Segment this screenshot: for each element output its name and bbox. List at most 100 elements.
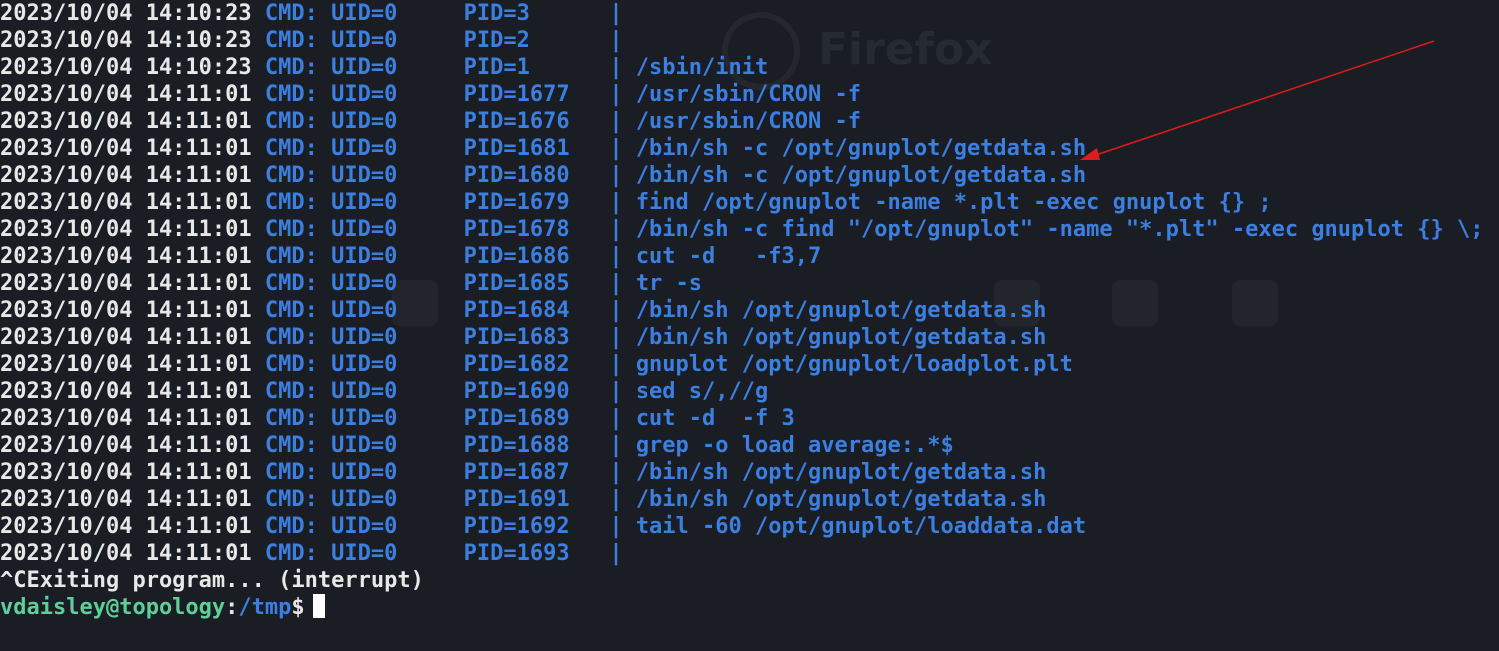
log-separator: | [609, 190, 623, 215]
log-uid: CMD: UID=0 [264, 1, 398, 26]
log-timestamp: 2023/10/04 14:11:01 [0, 325, 252, 350]
log-line: 2023/10/04 14:11:01 CMD: UID=0 PID=1676 … [0, 108, 1484, 135]
log-pid: PID=1678 [463, 217, 597, 242]
prompt-path: /tmp [238, 595, 292, 620]
log-line: 2023/10/04 14:11:01 CMD: UID=0 PID=1680 … [0, 162, 1484, 189]
log-separator: | [609, 1, 623, 26]
log-pid: PID=1687 [463, 460, 597, 485]
log-pid: PID=1677 [463, 82, 597, 107]
terminal-output: 2023/10/04 14:10:23 CMD: UID=0 PID=3 | 2… [0, 0, 1484, 621]
log-pid: PID=2 [463, 28, 597, 53]
log-separator: | [609, 514, 623, 539]
log-line: 2023/10/04 14:11:01 CMD: UID=0 PID=1684 … [0, 297, 1484, 324]
log-pid: PID=1693 [463, 541, 597, 566]
log-separator: | [609, 541, 623, 566]
log-uid: CMD: UID=0 [264, 244, 398, 269]
prompt-dollar: $ [291, 595, 305, 620]
log-separator: | [609, 352, 623, 377]
log-command: /sbin/init [635, 55, 769, 80]
log-separator: | [609, 298, 623, 323]
interrupt-message: ^CExiting program... (interrupt) [0, 568, 424, 593]
log-uid: CMD: UID=0 [264, 460, 398, 485]
log-separator: | [609, 55, 623, 80]
log-separator: | [609, 325, 623, 350]
log-uid: CMD: UID=0 [264, 271, 398, 296]
log-uid: CMD: UID=0 [264, 487, 398, 512]
log-pid: PID=1679 [463, 190, 597, 215]
log-timestamp: 2023/10/04 14:11:01 [0, 244, 252, 269]
log-command: /bin/sh -c /opt/gnuplot/getdata.sh [635, 163, 1087, 188]
log-line: 2023/10/04 14:11:01 CMD: UID=0 PID=1683 … [0, 324, 1484, 351]
log-command: /bin/sh -c /opt/gnuplot/getdata.sh [635, 136, 1087, 161]
log-pid: PID=1688 [463, 433, 597, 458]
log-line: 2023/10/04 14:11:01 CMD: UID=0 PID=1681 … [0, 135, 1484, 162]
log-command: gnuplot /opt/gnuplot/loadplot.plt [635, 352, 1073, 377]
log-uid: CMD: UID=0 [264, 190, 398, 215]
log-separator: | [609, 136, 623, 161]
log-pid: PID=1676 [463, 109, 597, 134]
log-timestamp: 2023/10/04 14:11:01 [0, 541, 252, 566]
log-separator: | [609, 433, 623, 458]
log-timestamp: 2023/10/04 14:11:01 [0, 109, 252, 134]
log-separator: | [609, 82, 623, 107]
log-uid: CMD: UID=0 [264, 433, 398, 458]
log-timestamp: 2023/10/04 14:11:01 [0, 406, 252, 431]
log-separator: | [609, 406, 623, 431]
log-command: /usr/sbin/CRON -f [635, 109, 861, 134]
prompt-user-host: vdaisley@topology [0, 595, 226, 620]
log-uid: CMD: UID=0 [264, 163, 398, 188]
log-line: 2023/10/04 14:11:01 CMD: UID=0 PID=1678 … [0, 216, 1484, 243]
log-command: /bin/sh /opt/gnuplot/getdata.sh [635, 487, 1047, 512]
log-pid: PID=1 [463, 55, 597, 80]
log-timestamp: 2023/10/04 14:11:01 [0, 217, 252, 242]
log-line: 2023/10/04 14:10:23 CMD: UID=0 PID=1 | /… [0, 54, 1484, 81]
log-line: 2023/10/04 14:11:01 CMD: UID=0 PID=1679 … [0, 189, 1484, 216]
log-command: /bin/sh /opt/gnuplot/getdata.sh [635, 298, 1047, 323]
log-timestamp: 2023/10/04 14:11:01 [0, 190, 252, 215]
log-command: /bin/sh /opt/gnuplot/getdata.sh [635, 460, 1047, 485]
log-uid: CMD: UID=0 [264, 82, 398, 107]
log-command: tail -60 /opt/gnuplot/loaddata.dat [635, 514, 1087, 539]
log-timestamp: 2023/10/04 14:11:01 [0, 271, 252, 296]
log-pid: PID=1685 [463, 271, 597, 296]
log-timestamp: 2023/10/04 14:10:23 [0, 55, 252, 80]
log-separator: | [609, 244, 623, 269]
log-command: cut -d -f3,7 [635, 244, 822, 269]
log-separator: | [609, 217, 623, 242]
log-timestamp: 2023/10/04 14:11:01 [0, 487, 252, 512]
log-uid: CMD: UID=0 [264, 379, 398, 404]
log-timestamp: 2023/10/04 14:11:01 [0, 136, 252, 161]
log-uid: CMD: UID=0 [264, 217, 398, 242]
log-pid: PID=1680 [463, 163, 597, 188]
log-uid: CMD: UID=0 [264, 406, 398, 431]
log-separator: | [609, 460, 623, 485]
log-command: /usr/sbin/CRON -f [635, 82, 861, 107]
log-line: 2023/10/04 14:11:01 CMD: UID=0 PID=1686 … [0, 243, 1484, 270]
log-timestamp: 2023/10/04 14:11:01 [0, 298, 252, 323]
log-timestamp: 2023/10/04 14:11:01 [0, 460, 252, 485]
log-separator: | [609, 163, 623, 188]
log-uid: CMD: UID=0 [264, 541, 398, 566]
log-pid: PID=1683 [463, 325, 597, 350]
terminal-window[interactable]: Firefox 2023/10/04 14:10:23 CMD: UID=0 P… [0, 0, 1499, 651]
log-uid: CMD: UID=0 [264, 109, 398, 134]
log-line: 2023/10/04 14:11:01 CMD: UID=0 PID=1677 … [0, 81, 1484, 108]
log-uid: CMD: UID=0 [264, 514, 398, 539]
log-separator: | [609, 109, 623, 134]
log-line: 2023/10/04 14:10:23 CMD: UID=0 PID=2 | [0, 27, 1484, 54]
log-line: 2023/10/04 14:11:01 CMD: UID=0 PID=1690 … [0, 378, 1484, 405]
log-timestamp: 2023/10/04 14:11:01 [0, 352, 252, 377]
log-pid: PID=1692 [463, 514, 597, 539]
log-command: /bin/sh /opt/gnuplot/getdata.sh [635, 325, 1047, 350]
log-line: 2023/10/04 14:11:01 CMD: UID=0 PID=1682 … [0, 351, 1484, 378]
log-line: 2023/10/04 14:11:01 CMD: UID=0 PID=1685 … [0, 270, 1484, 297]
log-command: /bin/sh -c find "/opt/gnuplot" -name "*.… [635, 217, 1484, 242]
log-timestamp: 2023/10/04 14:11:01 [0, 163, 252, 188]
shell-prompt[interactable]: vdaisley@topology:/tmp$ [0, 594, 1484, 621]
text-cursor[interactable] [312, 594, 325, 618]
log-command: sed s/,//g [635, 379, 769, 404]
log-command: grep -o load average:.*$ [635, 433, 954, 458]
log-pid: PID=1682 [463, 352, 597, 377]
prompt-colon: : [225, 595, 239, 620]
log-pid: PID=1689 [463, 406, 597, 431]
